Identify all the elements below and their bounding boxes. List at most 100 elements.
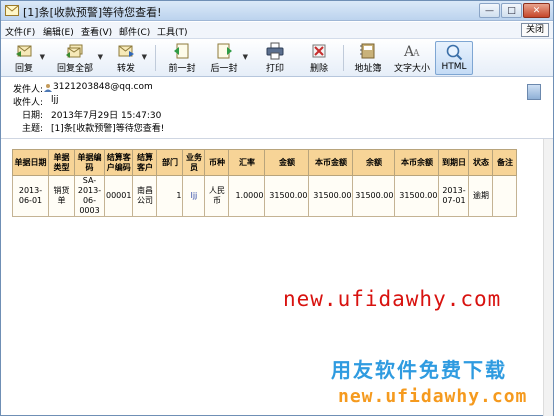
reply-all-icon	[66, 44, 83, 58]
text-size-button[interactable]: A A 文字大小	[393, 41, 431, 75]
table-header: 部门	[156, 149, 184, 176]
forward-button[interactable]: 转发 ▼	[113, 41, 147, 75]
address-book-icon	[360, 43, 375, 59]
table-cell: SA-2013-06-0003	[74, 175, 105, 217]
table-header: 单据类型	[48, 149, 75, 176]
address-book-button[interactable]: 地址簿	[353, 41, 383, 75]
toolbar-separator	[155, 45, 156, 71]
subject-label: 主题:	[21, 124, 43, 134]
close-button[interactable]: 关闭	[520, 23, 549, 37]
table-header: 到期日	[438, 149, 470, 176]
window-controls: — □ ✕	[479, 3, 550, 18]
print-label: 打印	[265, 64, 284, 74]
previous-mail-icon	[174, 43, 189, 59]
delete-button[interactable]: 删除	[307, 41, 331, 75]
watermark-chinese: 用友软件免费下载	[331, 358, 507, 382]
maximize-button[interactable]: □	[501, 3, 522, 18]
chevron-down-icon[interactable]: ▼	[142, 53, 147, 61]
next-mail-button[interactable]: 后一封 ▼	[208, 41, 248, 75]
minimize-icon: —	[485, 5, 494, 16]
minimize-button[interactable]: —	[479, 3, 500, 18]
table-cell: 31500.00	[308, 175, 354, 217]
subject-value: [1]条[收款预警]等待您查看!	[51, 124, 165, 134]
text-size-label: 文字大小	[393, 64, 430, 74]
next-mail-icon	[217, 43, 232, 59]
table-header-row: 单据日期 单据类型 单据编码 结算客户编码 结算客户 部门 业务员 币种 汇率 …	[12, 149, 518, 176]
watermark-url-orange: new.ufidawhy.com	[338, 386, 528, 407]
maximize-icon: □	[507, 5, 516, 16]
table-cell: 2013-06-01	[12, 175, 49, 217]
table-cell: 2013-07-01	[438, 175, 470, 217]
title-bar: [1]条[收款预警]等待您查看! — □ ✕	[1, 1, 553, 21]
html-view-button[interactable]: HTML	[435, 41, 473, 75]
watermark-url-red: new.ufidawhy.com	[283, 287, 502, 311]
previous-mail-button[interactable]: 前一封	[166, 41, 198, 75]
window-title: [1]条[收款预警]等待您查看!	[23, 6, 162, 19]
from-label: 发件人:	[12, 85, 43, 95]
table-header: 单据编码	[74, 149, 105, 176]
table-header: 本币余额	[394, 149, 440, 176]
mail-window: [1]条[收款预警]等待您查看! — □ ✕ 文件(F) 编辑(E) 查看(V)…	[0, 0, 554, 416]
mail-app-icon	[5, 5, 19, 16]
header-toggle-icon[interactable]	[527, 84, 541, 100]
table-cell: 31500.00	[352, 175, 396, 217]
table-cell: 1.0000	[228, 175, 266, 217]
table-header: 结算客户编码	[103, 149, 134, 176]
table-header: 状态	[468, 149, 494, 176]
address-book-label: 地址簿	[354, 64, 382, 74]
from-value[interactable]: 3121203848@qq.com	[53, 82, 153, 92]
alert-table: 单据日期 单据类型 单据编码 结算客户编码 结算客户 部门 业务员 币种 汇率 …	[12, 149, 518, 217]
table-row: 2013-06-01 销货单 SA-2013-06-0003 00001 南昌公…	[12, 175, 518, 217]
close-icon: ✕	[532, 5, 541, 16]
date-label: 日期:	[21, 111, 43, 121]
reply-label: 回复	[14, 64, 33, 74]
to-label: 收件人:	[12, 98, 43, 108]
vertical-scrollbar[interactable]	[543, 139, 553, 416]
menu-tools[interactable]: 工具(T)	[157, 25, 188, 38]
reply-button[interactable]: 回复 ▼	[11, 41, 45, 75]
delete-icon	[312, 44, 326, 58]
print-button[interactable]: 打印	[263, 41, 287, 75]
menu-file[interactable]: 文件(F)	[5, 25, 35, 38]
forward-icon	[118, 45, 134, 57]
mail-header: 发件人: 3121203848@qq.com 收件人: ljj 日期: 2013…	[1, 78, 553, 136]
delete-label: 删除	[309, 64, 328, 74]
table-cell: 销货单	[48, 175, 75, 217]
subject-row: 主题: [1]条[收款预警]等待您查看!	[1, 121, 301, 134]
table-header: 币种	[204, 149, 230, 176]
chevron-down-icon[interactable]: ▼	[98, 53, 103, 61]
date-row: 日期: 2013年7月29日 15:47:30	[1, 108, 301, 121]
print-icon	[266, 42, 284, 60]
table-cell: 31500.00	[394, 175, 440, 217]
table-cell: 逾期	[468, 175, 494, 217]
toolbar: 回复 ▼ 回复全部 ▼ 转发 ▼ 前一封 后一封 ▼ 打印 删除 地址簿 A A…	[1, 39, 553, 77]
table-cell: 31500.00	[264, 175, 310, 217]
chevron-down-icon[interactable]: ▼	[40, 53, 45, 61]
text-size-icon: A A	[403, 44, 420, 60]
html-view-icon	[446, 44, 463, 61]
close-window-button[interactable]: ✕	[523, 3, 550, 18]
menu-bar: 文件(F) 编辑(E) 查看(V) 邮件(C) 工具(T) 关闭	[1, 22, 553, 39]
toolbar-separator	[343, 45, 344, 71]
to-value[interactable]: ljj	[51, 95, 59, 105]
reply-all-button[interactable]: 回复全部 ▼	[55, 41, 103, 75]
table-header: 单据日期	[12, 149, 49, 176]
reply-all-label: 回复全部	[56, 64, 93, 74]
menu-edit[interactable]: 编辑(E)	[43, 25, 74, 38]
html-view-label: HTML	[441, 62, 467, 72]
table-header: 业务员	[182, 149, 206, 176]
to-row: 收件人: ljj	[1, 95, 301, 108]
table-cell: 1	[156, 175, 184, 217]
table-cell: 南昌公司	[132, 175, 158, 217]
previous-mail-label: 前一封	[168, 64, 196, 74]
table-cell: 人民币	[204, 175, 230, 217]
svg-text:A: A	[412, 49, 420, 59]
chevron-down-icon[interactable]: ▼	[243, 53, 248, 61]
table-cell: ljj	[182, 175, 206, 217]
menu-view[interactable]: 查看(V)	[81, 25, 112, 38]
table-header: 本币金额	[308, 149, 354, 176]
forward-label: 转发	[116, 64, 135, 74]
reply-icon	[16, 45, 32, 57]
table-header: 余额	[352, 149, 396, 176]
menu-mail[interactable]: 邮件(C)	[119, 25, 150, 38]
